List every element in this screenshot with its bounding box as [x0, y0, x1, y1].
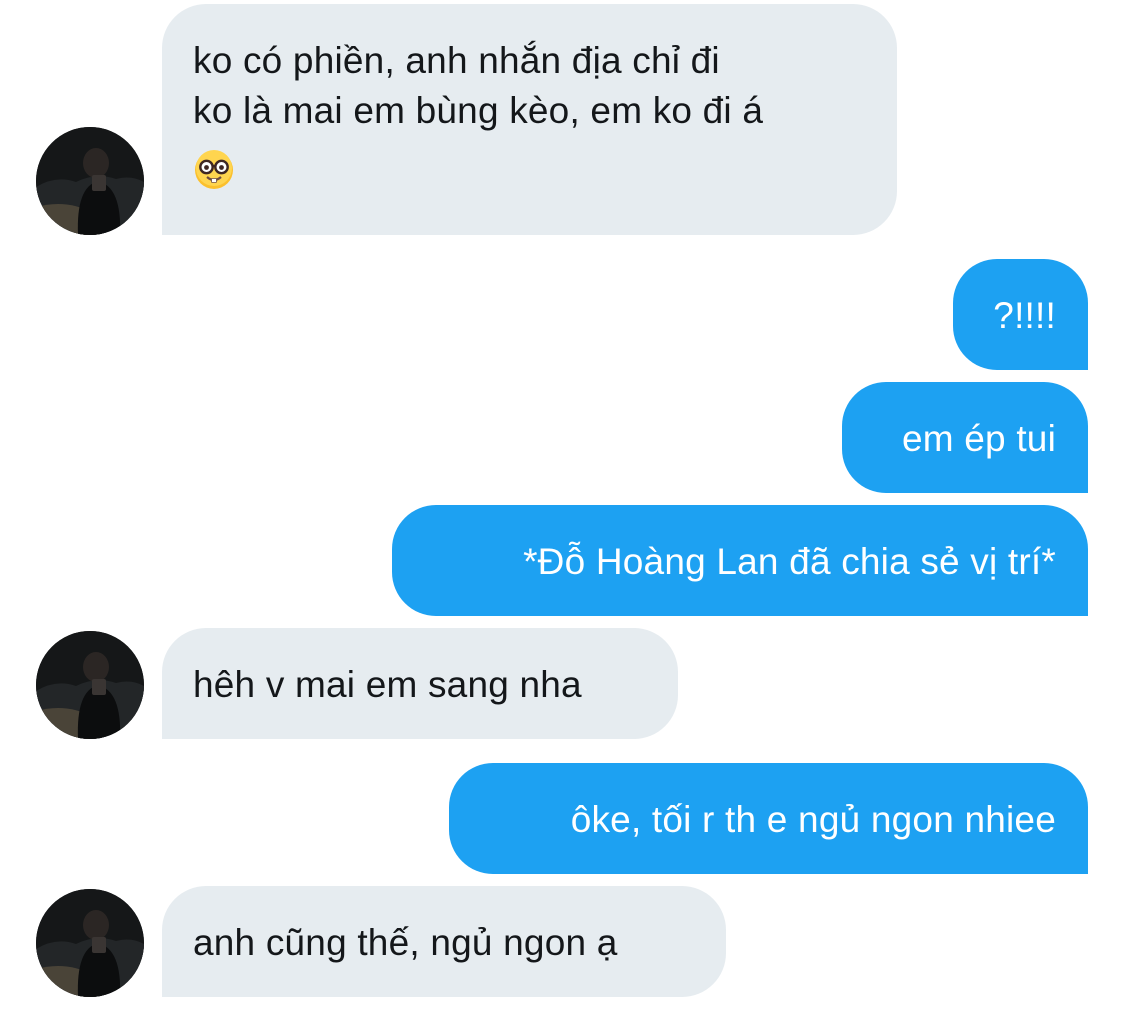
message-text: hêh v mai em sang nha: [193, 664, 582, 705]
message-text: anh cũng thế, ngủ ngon ạ: [193, 922, 618, 963]
incoming-message-bubble[interactable]: ko có phiền, anh nhắn địa chỉ đi ko là m…: [162, 4, 897, 235]
message-text: em ép tui: [902, 418, 1056, 459]
message-text: ?!!!!: [993, 295, 1056, 336]
contact-avatar[interactable]: [36, 631, 144, 739]
incoming-message-bubble[interactable]: hêh v mai em sang nha: [162, 628, 678, 739]
message-text: ôke, tối r th e ngủ ngon nhiee: [570, 799, 1056, 840]
message-text: ko có phiền, anh nhắn địa chỉ đi: [193, 40, 720, 81]
incoming-message-bubble[interactable]: anh cũng thế, ngủ ngon ạ: [162, 886, 726, 997]
outgoing-message-bubble[interactable]: *Đỗ Hoàng Lan đã chia sẻ vị trí*: [392, 505, 1088, 616]
outgoing-message-bubble[interactable]: ?!!!!: [953, 259, 1088, 370]
outgoing-message-bubble[interactable]: ôke, tối r th e ngủ ngon nhiee: [449, 763, 1088, 874]
outgoing-message-bubble[interactable]: em ép tui: [842, 382, 1088, 493]
contact-avatar[interactable]: [36, 889, 144, 997]
nerd-face-emoji-icon: [193, 150, 865, 206]
contact-avatar[interactable]: [36, 127, 144, 235]
message-text: *Đỗ Hoàng Lan đã chia sẻ vị trí*: [523, 541, 1056, 582]
message-text: ko là mai em bùng kèo, em ko đi á: [193, 90, 764, 131]
